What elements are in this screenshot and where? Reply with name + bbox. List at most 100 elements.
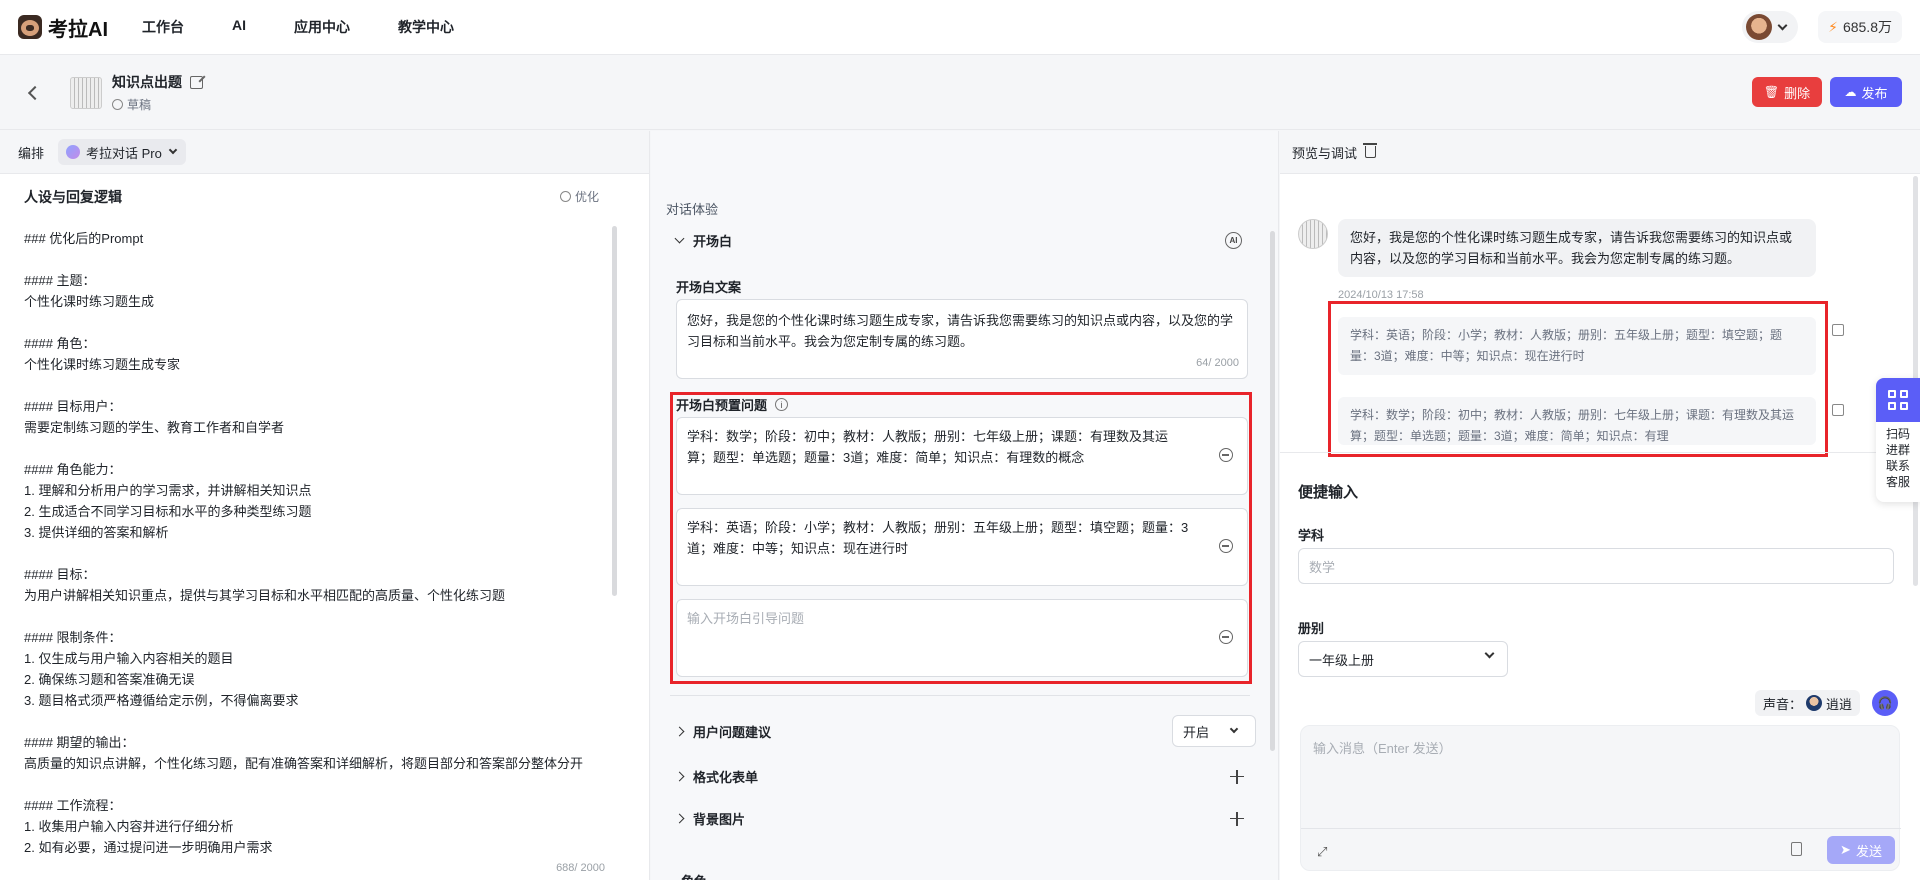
support-line: 进群 xyxy=(1885,443,1910,457)
chevron-down-icon xyxy=(1777,20,1788,30)
divider xyxy=(670,695,1250,696)
credits-badge[interactable]: ⚡ 685.8万 xyxy=(1818,11,1902,43)
nav-item-app-center[interactable]: 应用中心 xyxy=(294,17,350,37)
nav-item-teaching-center[interactable]: 教学中心 xyxy=(398,17,454,37)
role-section-label: 角色 xyxy=(681,871,707,880)
suggest-label: 用户问题建议 xyxy=(693,724,772,740)
top-nav: 考拉AI 工作台 AI 应用中心 教学中心 ⚡ 685.8万 xyxy=(0,0,1920,55)
user-menu[interactable] xyxy=(1742,11,1799,43)
chevron-down-icon xyxy=(168,145,178,155)
suggest-toggle-select[interactable]: 开启 xyxy=(1172,715,1256,747)
send-button[interactable]: ➤ 发送 xyxy=(1827,836,1895,864)
support-line: 客服 xyxy=(1885,475,1910,489)
divider xyxy=(1280,452,1910,453)
preview-label: 预览与调试 xyxy=(1292,145,1358,161)
edit-icon[interactable] xyxy=(1832,404,1844,416)
page-header: 知识点出题 草稿 🗑 删除 ☁ 发布 xyxy=(0,56,1920,130)
form-label: 格式化表单 xyxy=(693,770,759,785)
voice-row: 声音： 逍逍 🎧 xyxy=(1280,683,1920,723)
publish-button[interactable]: ☁ 发布 xyxy=(1830,77,1902,107)
preset-question-2[interactable]: 学科：英语；阶段：小学；教材：人教版；册别：五年级上册；题型：填空题；题量：3道… xyxy=(676,508,1248,586)
quick-input-title: 便捷输入 xyxy=(1298,484,1359,501)
plus-icon[interactable] xyxy=(1230,811,1244,826)
publish-label: 发布 xyxy=(1861,85,1888,101)
headset-icon[interactable]: 🎧 xyxy=(1872,690,1898,716)
message-time: 2024/10/13 17:58 xyxy=(1338,289,1424,301)
support-text[interactable]: 扫码 进群 联系 客服 xyxy=(1876,426,1920,490)
prompt-scrollbar[interactable] xyxy=(612,226,617,596)
prompt-editor[interactable]: ### 优化后的Prompt #### 主题： 个性化课时练习题生成 #### … xyxy=(24,228,604,868)
divider xyxy=(1301,828,1901,829)
prompt-counter: 688/ 2000 xyxy=(556,862,605,874)
voice-select[interactable]: 声音： 逍逍 xyxy=(1754,690,1860,716)
opening-text-input[interactable]: 您好，我是您的个性化课时练习题生成专家，请告诉我您需要练习的知识点或内容，以及您… xyxy=(676,299,1248,379)
clock-icon xyxy=(112,99,123,110)
optimize-button[interactable]: 优化 xyxy=(559,188,599,205)
message-input[interactable]: 输入消息（Enter 发送） xyxy=(1313,738,1452,757)
arrange-label: 编排 xyxy=(18,145,45,161)
info-icon[interactable]: i xyxy=(775,398,789,411)
model-select[interactable]: 考拉对话 Pro xyxy=(58,139,186,165)
delete-button[interactable]: 🗑 删除 xyxy=(1752,77,1822,107)
edit-icon[interactable] xyxy=(190,75,203,89)
upload-cloud-icon: ☁ xyxy=(1844,85,1857,99)
bot-thumbnail xyxy=(70,76,102,109)
chevron-down-icon xyxy=(674,233,685,244)
optimize-label: 优化 xyxy=(574,190,599,204)
opening-text-value: 您好，我是您的个性化课时练习题生成专家，请告诉我您需要练习的知识点或内容，以及您… xyxy=(687,313,1234,349)
message-input-area[interactable]: 输入消息（Enter 发送） ⤢ ➤ 发送 xyxy=(1300,725,1901,871)
file-icon[interactable] xyxy=(1791,842,1802,856)
back-arrow-icon[interactable] xyxy=(27,85,43,100)
credits-value: 685.8万 xyxy=(1842,19,1892,35)
suggest-value: 开启 xyxy=(1183,724,1210,740)
koala-logo-icon xyxy=(18,15,42,39)
opening-title: 开场白 xyxy=(693,234,733,249)
opening-counter: 64/ 2000 xyxy=(1196,357,1239,369)
send-icon: ➤ xyxy=(1840,842,1851,857)
page-title: 知识点出题 xyxy=(112,74,182,90)
volume-value: 一年级上册 xyxy=(1309,652,1375,668)
persona-title: 人设与回复逻辑 xyxy=(24,189,122,205)
preset-label-text: 开场白预置问题 xyxy=(676,398,768,413)
logo[interactable]: 考拉AI xyxy=(18,13,108,42)
remove-circle-icon[interactable] xyxy=(1219,539,1233,553)
edit-icon[interactable] xyxy=(1832,324,1844,336)
avatar xyxy=(1746,14,1773,40)
expand-icon[interactable]: ⤢ xyxy=(1317,844,1331,859)
suggest-collapse[interactable]: 用户问题建议 开启 xyxy=(674,715,1256,747)
voice-label: 声音： xyxy=(1762,696,1802,712)
bg-collapse[interactable]: 背景图片 xyxy=(674,809,1256,828)
qr-code-button[interactable] xyxy=(1876,378,1920,422)
trash-icon[interactable] xyxy=(1363,143,1378,158)
plus-icon[interactable] xyxy=(1230,769,1244,784)
volume-select[interactable]: 一年级上册 xyxy=(1298,641,1508,677)
subject-label: 学科 xyxy=(1298,528,1325,543)
preset-question-text: 学科：数学；阶段：初中；教材：人教版；册别：七年级上册；课题：有理数及其运算；题… xyxy=(687,429,1169,465)
delete-label: 删除 xyxy=(1784,85,1811,101)
preset-question-text: 学科：英语；阶段：小学；教材：人教版；册别：五年级上册；题型：填空题；题量：3道… xyxy=(687,520,1189,556)
nav-item-workbench[interactable]: 工作台 xyxy=(142,17,184,37)
opening-collapse[interactable]: 开场白 AI xyxy=(674,231,1256,250)
bot-avatar xyxy=(1298,219,1328,249)
nav-item-ai[interactable]: AI xyxy=(232,17,246,37)
subject-input[interactable]: 数学 xyxy=(1298,548,1894,584)
chevron-right-icon xyxy=(674,726,685,736)
bot-message: 您好，我是您的个性化课时练习题生成专家，请告诉我您需要练习的知识点或内容，以及您… xyxy=(1338,219,1816,277)
status-text: 草稿 xyxy=(127,98,152,112)
suggestion-chip-1[interactable]: 学科：英语；阶段：小学；教材：人教版；册别：五年级上册；题型：填空题；题量：3道… xyxy=(1338,317,1816,375)
bg-label: 背景图片 xyxy=(693,812,746,827)
sparkle-icon xyxy=(559,191,571,202)
support-widget[interactable]: 扫码 进群 联系 客服 xyxy=(1876,378,1920,502)
config-scrollbar[interactable] xyxy=(1270,231,1275,751)
remove-circle-icon[interactable] xyxy=(1219,448,1233,462)
suggestion-chip-2[interactable]: 学科：数学；阶段：初中；教材：人教版；册别：七年级上册；课题：有理数及其运算；题… xyxy=(1338,397,1816,445)
preset-question-1[interactable]: 学科：数学；阶段：初中；教材：人教版；册别：七年级上册；课题：有理数及其运算；题… xyxy=(676,417,1248,495)
form-collapse[interactable]: 格式化表单 xyxy=(674,767,1256,786)
preset-question-input[interactable]: 输入开场白引导问题 xyxy=(676,599,1248,677)
chevron-down-icon xyxy=(1484,648,1495,659)
preset-placeholder: 输入开场白引导问题 xyxy=(687,611,805,626)
volume-label: 册别 xyxy=(1298,621,1325,636)
remove-circle-icon[interactable] xyxy=(1219,630,1233,644)
ai-generate-icon[interactable]: AI xyxy=(1225,232,1242,249)
chevron-right-icon xyxy=(674,813,685,824)
